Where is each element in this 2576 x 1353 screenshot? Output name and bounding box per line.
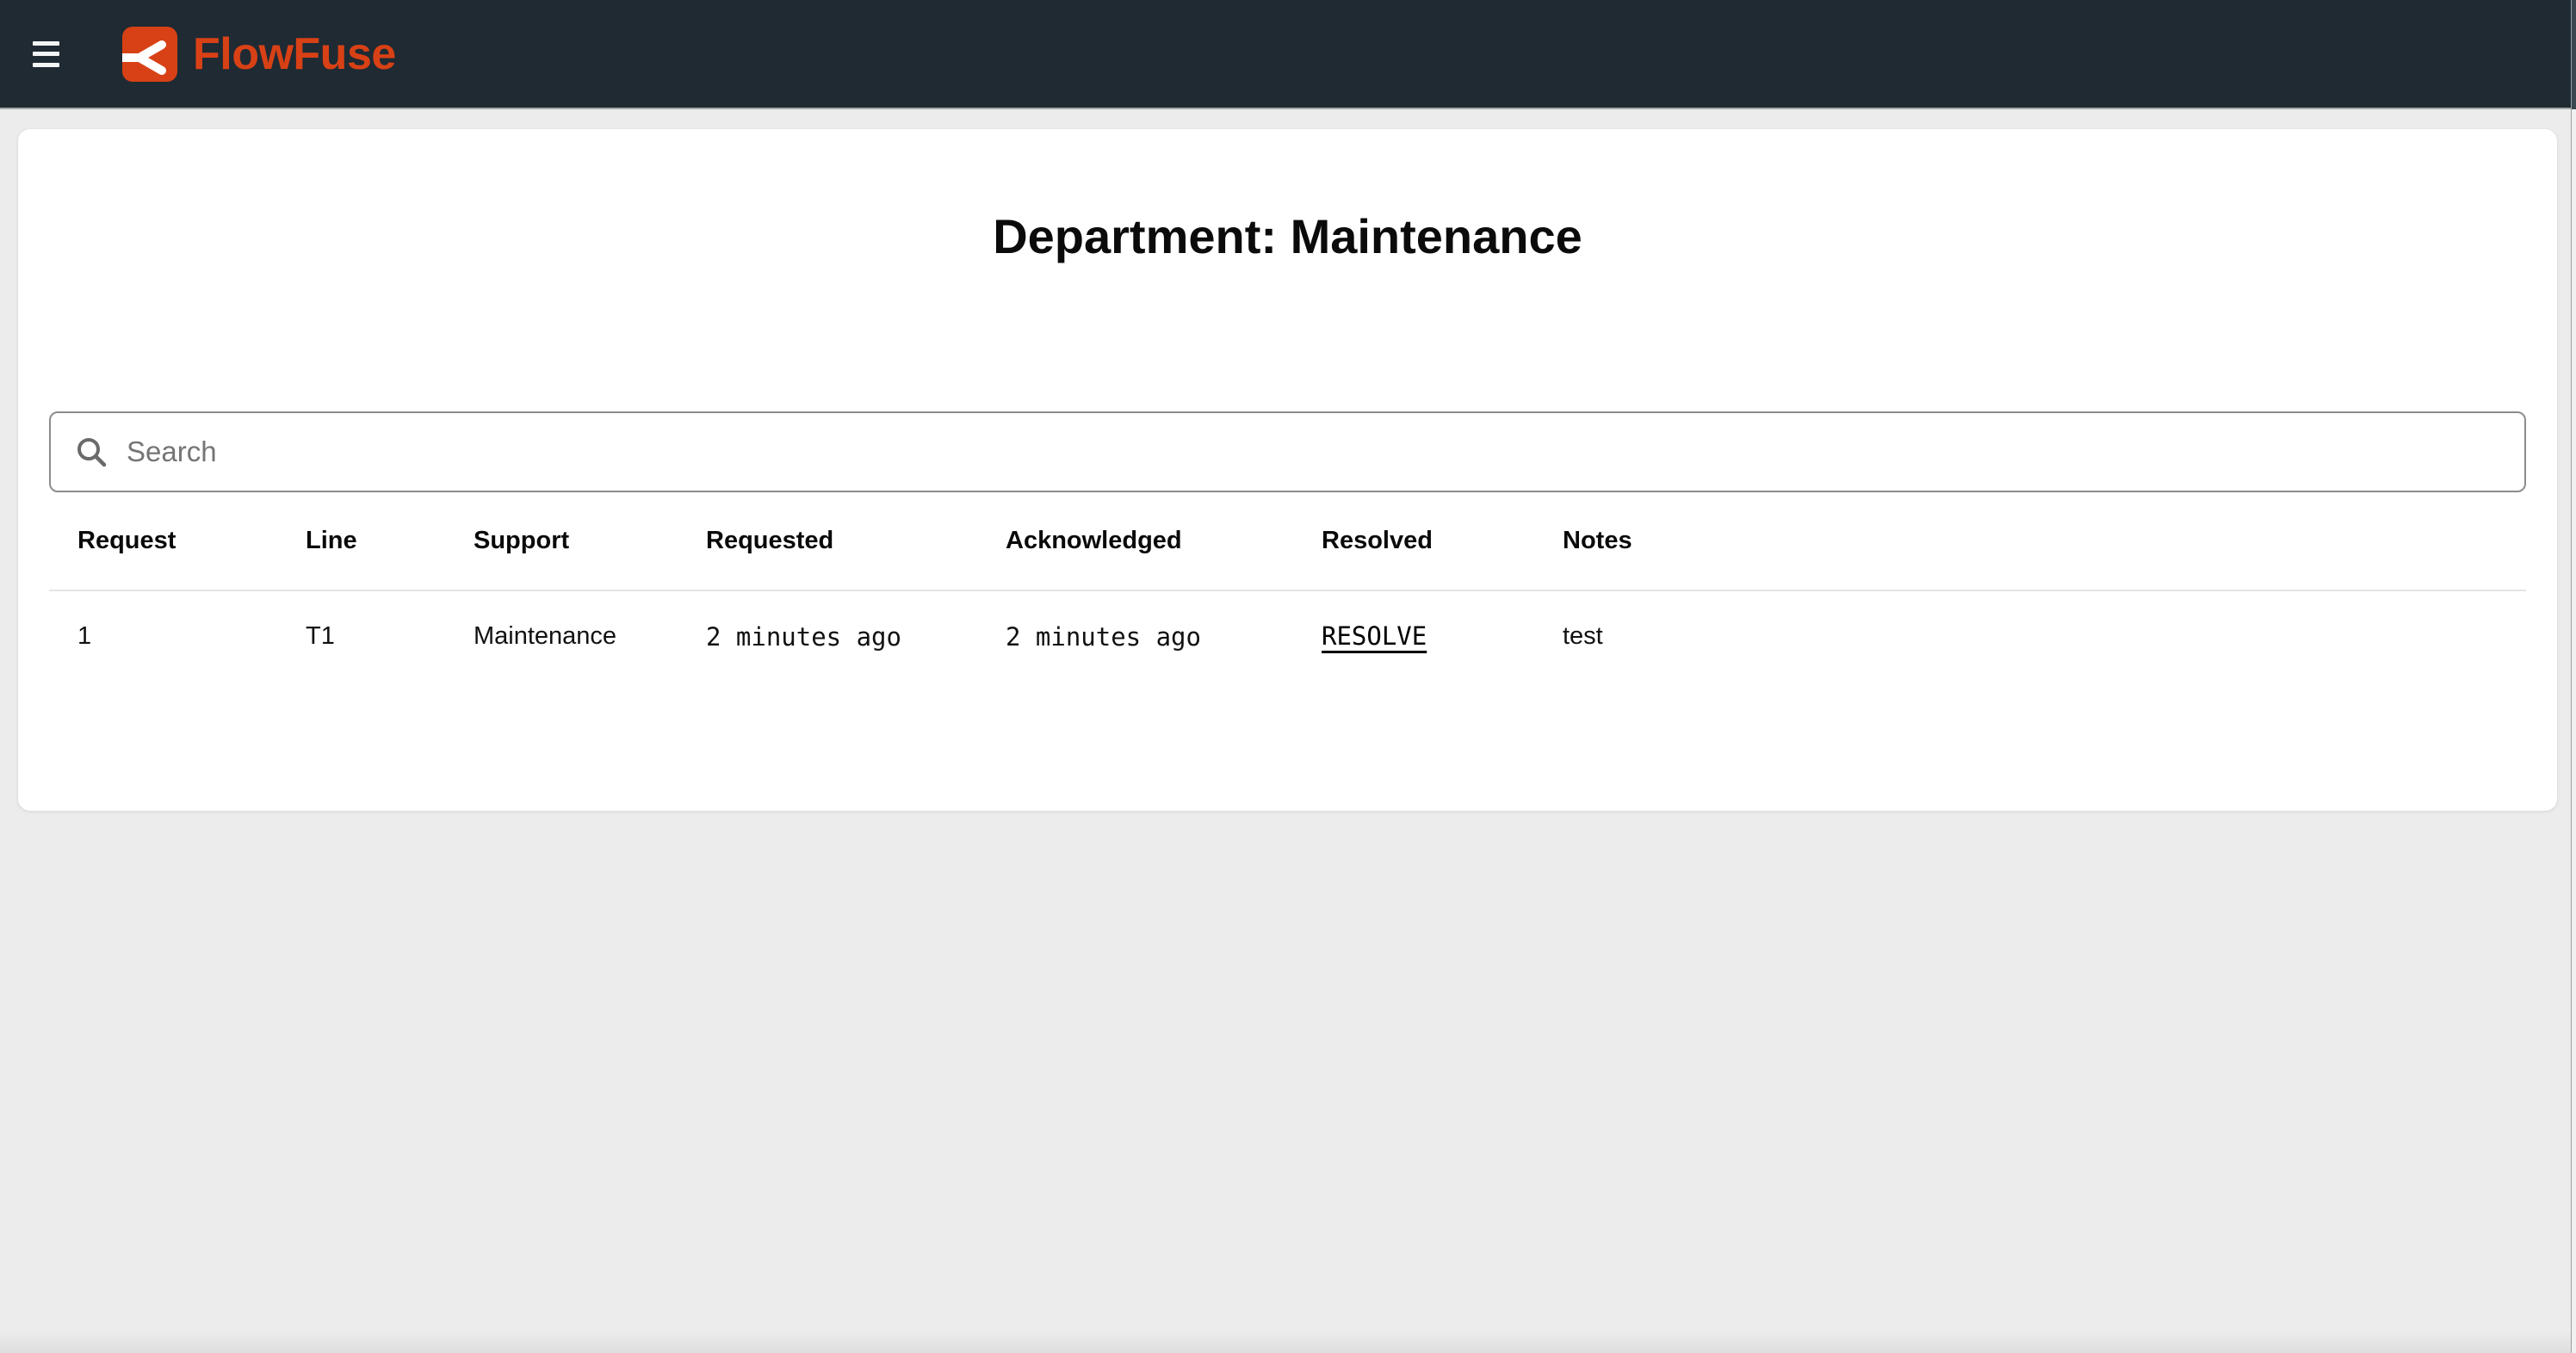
cell-requested: 2 minutes ago bbox=[706, 622, 1006, 652]
flowfuse-logo[interactable]: FlowFuse bbox=[122, 27, 396, 82]
window-scrollbar-track[interactable] bbox=[2571, 0, 2576, 1353]
hamburger-menu-button[interactable] bbox=[33, 41, 59, 67]
page-title: Department: Maintenance bbox=[18, 129, 2557, 265]
search-box bbox=[49, 411, 2526, 492]
main-content: Department: Maintenance Request Line Sup… bbox=[0, 129, 2576, 811]
cell-acknowledged: 2 minutes ago bbox=[1006, 622, 1322, 652]
flowfuse-branch-icon bbox=[122, 27, 177, 82]
cell-request: 1 bbox=[77, 622, 306, 651]
search-icon bbox=[75, 436, 108, 468]
cell-support: Maintenance bbox=[474, 622, 706, 651]
resolve-link[interactable]: RESOLVE bbox=[1322, 621, 1427, 651]
scrollbar-header-segment bbox=[2572, 0, 2576, 109]
column-header-notes: Notes bbox=[1563, 527, 2526, 555]
column-header-support: Support bbox=[474, 527, 706, 555]
content-card: Department: Maintenance Request Line Sup… bbox=[18, 129, 2557, 811]
column-header-acknowledged: Acknowledged bbox=[1006, 527, 1322, 555]
column-header-resolved: Resolved bbox=[1322, 527, 1563, 555]
search-input[interactable] bbox=[125, 435, 2524, 469]
cell-line: T1 bbox=[306, 622, 474, 651]
column-header-request: Request bbox=[77, 527, 306, 555]
hamburger-icon bbox=[33, 41, 59, 46]
cell-notes: test bbox=[1563, 622, 2526, 651]
table-header-row: Request Line Support Requested Acknowled… bbox=[49, 492, 2526, 590]
requests-table: Request Line Support Requested Acknowled… bbox=[49, 492, 2526, 682]
flowfuse-logo-text: FlowFuse bbox=[193, 28, 396, 80]
table-row: 1 T1 Maintenance 2 minutes ago 2 minutes… bbox=[49, 591, 2526, 682]
window-bottom-shade bbox=[0, 1331, 2576, 1353]
column-header-line: Line bbox=[306, 527, 474, 555]
top-nav: FlowFuse bbox=[0, 0, 2576, 109]
column-header-requested: Requested bbox=[706, 527, 1006, 555]
